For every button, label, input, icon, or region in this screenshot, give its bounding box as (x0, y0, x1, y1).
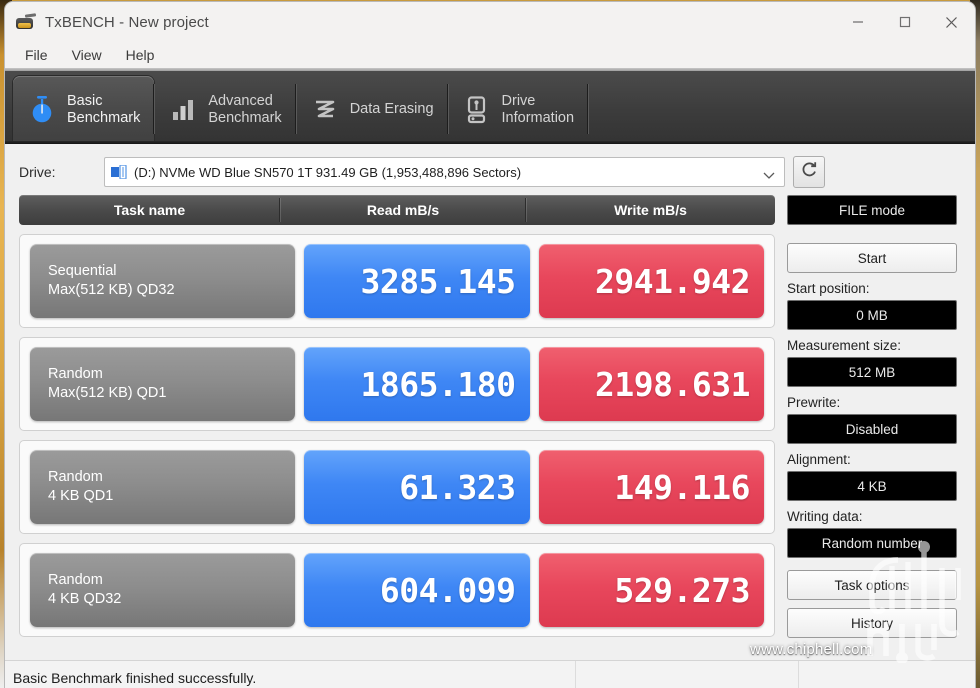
benchmark-results: Task name Read mB/s Write mB/s Sequentia… (19, 195, 775, 638)
refresh-icon (800, 160, 819, 184)
measurement-size-value[interactable]: 512 MB (787, 357, 957, 387)
start-position-label: Start position: (787, 281, 870, 296)
tab-drive-information-label: Drive Information (501, 92, 575, 126)
txbench-window: TxBENCH - New project File View Help Bas… (5, 2, 975, 688)
eraser-wave-icon (310, 94, 340, 126)
menu-item-view[interactable]: View (62, 45, 112, 65)
tab-basic-benchmark-label: Basic Benchmark (67, 92, 141, 126)
read-value-chip: 61.323 (304, 450, 530, 524)
bar-chart-icon (168, 94, 198, 126)
window-title: TxBENCH - New project (45, 13, 209, 31)
tab-basic-benchmark[interactable]: Basic Benchmark (13, 76, 155, 144)
task-name-chip: Sequential Max(512 KB) QD32 (30, 244, 295, 318)
minimize-icon[interactable] (834, 2, 881, 42)
prewrite-value[interactable]: Disabled (787, 414, 957, 444)
task-options-button[interactable]: Task options (787, 570, 957, 600)
menu-item-file[interactable]: File (15, 45, 58, 65)
stopwatch-icon (27, 94, 57, 126)
write-value-chip: 2198.631 (538, 347, 764, 421)
write-value-chip: 149.116 (538, 450, 764, 524)
status-cell-2 (798, 661, 975, 688)
history-button[interactable]: History (787, 608, 957, 638)
tab-drive-information[interactable]: Drive Information (448, 76, 589, 144)
window-controls (834, 2, 975, 42)
read-value-chip: 604.099 (304, 553, 530, 627)
write-value-chip: 2941.942 (538, 244, 764, 318)
close-icon[interactable] (928, 2, 975, 42)
drive-row: Drive: (D:) NVMe WD Blue SN570 1T 931.49… (5, 144, 975, 195)
tab-data-erasing-label: Data Erasing (349, 101, 434, 118)
drive-select[interactable]: (D:) NVMe WD Blue SN570 1T 931.49 GB (1,… (104, 157, 785, 187)
chevron-down-icon[interactable] (763, 167, 775, 185)
tab-advanced-benchmark[interactable]: Advanced Benchmark (154, 76, 296, 144)
start-position-value[interactable]: 0 MB (787, 300, 957, 330)
column-header-task: Task name (19, 195, 280, 225)
writing-data-value[interactable]: Random number (787, 528, 957, 558)
status-message: Basic Benchmark finished successfully. (13, 669, 257, 686)
prewrite-label: Prewrite: (787, 395, 841, 410)
tab-data-erasing[interactable]: Data Erasing (296, 76, 448, 144)
maximize-icon[interactable] (881, 2, 928, 42)
tab-bar: Basic Benchmark Advanced Benchmark Data … (5, 71, 975, 144)
table-row[interactable]: Sequential Max(512 KB) QD32 3285.145 294… (19, 234, 775, 328)
table-header: Task name Read mB/s Write mB/s (19, 195, 775, 225)
results-panel: Task name Read mB/s Write mB/s Sequentia… (5, 195, 975, 638)
hdd-icon (111, 164, 127, 180)
drive-selected-text: (D:) NVMe WD Blue SN570 1T 931.49 GB (1,… (134, 164, 522, 180)
column-header-read: Read mB/s (280, 195, 526, 225)
alignment-value[interactable]: 4 KB (787, 471, 957, 501)
task-name-chip: Random 4 KB QD32 (30, 553, 295, 627)
menu-item-help[interactable]: Help (116, 45, 165, 65)
table-row[interactable]: Random 4 KB QD1 61.323 149.116 (19, 440, 775, 534)
table-row[interactable]: Random 4 KB QD32 604.099 529.273 (19, 543, 775, 637)
measurement-size-label: Measurement size: (787, 338, 902, 353)
column-header-write: Write mB/s (614, 202, 687, 218)
table-row[interactable]: Random Max(512 KB) QD1 1865.180 2198.631 (19, 337, 775, 431)
writing-data-label: Writing data: (787, 509, 863, 524)
task-name-chip: Random Max(512 KB) QD1 (30, 347, 295, 421)
read-value-chip: 3285.145 (304, 244, 530, 318)
alignment-label: Alignment: (787, 452, 851, 467)
txbench-icon (15, 13, 37, 31)
options-sidebar: FILE mode Start Start position: 0 MB Mea… (787, 195, 957, 638)
write-value-chip: 529.273 (538, 553, 764, 627)
menu-bar: File View Help (5, 42, 975, 68)
task-name-chip: Random 4 KB QD1 (30, 450, 295, 524)
title-bar: TxBENCH - New project (5, 2, 975, 42)
refresh-button[interactable] (793, 156, 825, 188)
status-cell-1 (575, 661, 798, 688)
main-content: Drive: (D:) NVMe WD Blue SN570 1T 931.49… (5, 144, 975, 660)
read-value-chip: 1865.180 (304, 347, 530, 421)
drive-label: Drive: (19, 164, 56, 180)
tab-advanced-benchmark-label: Advanced Benchmark (208, 92, 282, 126)
file-mode-button[interactable]: FILE mode (787, 195, 957, 225)
drive-icon (462, 94, 492, 126)
status-bar: Basic Benchmark finished successfully. (5, 660, 975, 688)
start-button[interactable]: Start (787, 243, 957, 273)
